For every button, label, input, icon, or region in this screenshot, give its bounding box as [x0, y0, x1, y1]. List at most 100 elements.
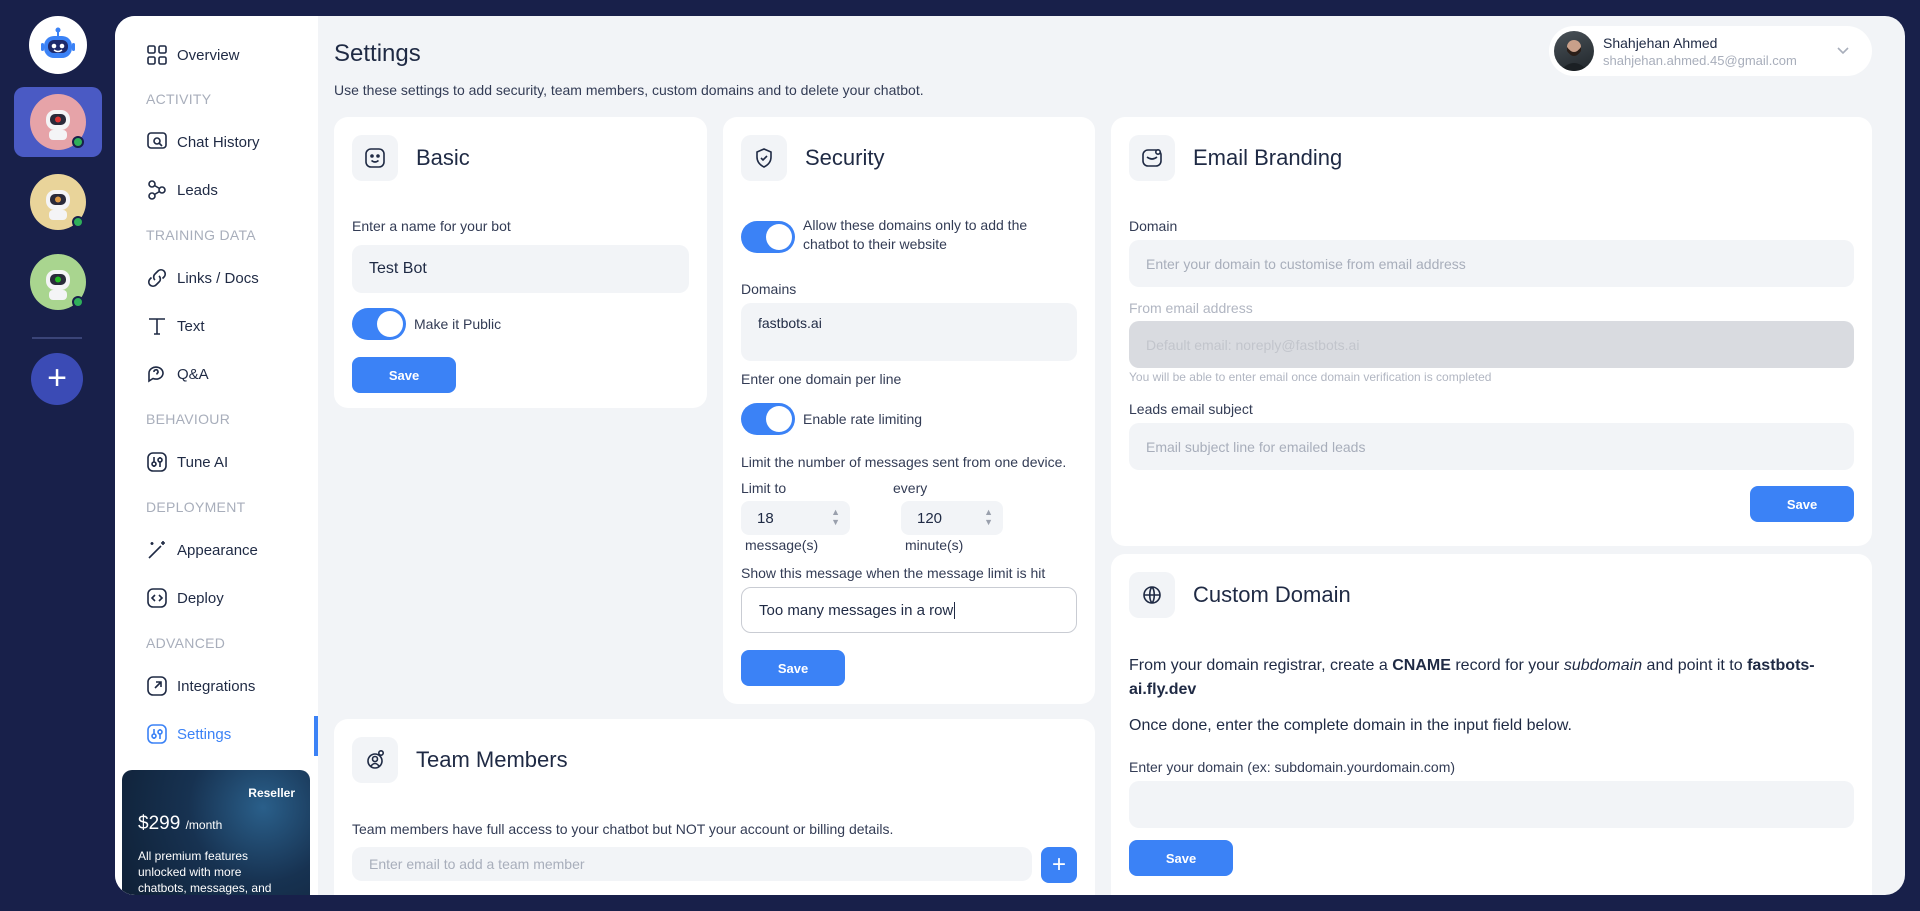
bot-rail: + [0, 0, 114, 911]
every-unit: minute(s) [905, 537, 964, 553]
section-activity: ACTIVITY [146, 91, 212, 107]
domains-hint: Enter one domain per line [741, 371, 902, 387]
sidebar-item-label: Settings [177, 725, 232, 743]
card-title: Custom Domain [1193, 582, 1351, 607]
sidebar-item-integrations[interactable]: Integrations [146, 671, 255, 701]
bot-avatar [30, 94, 86, 150]
settings-sliders-icon [146, 723, 168, 745]
card-title: Security [805, 145, 885, 170]
robot-icon [46, 270, 70, 300]
robot-icon [46, 190, 70, 220]
team-email-input[interactable]: Enter email to add a team member [352, 847, 1032, 881]
subject-input[interactable]: Email subject line for emailed leads [1129, 423, 1854, 470]
sidebar-item-text[interactable]: Text [146, 311, 205, 341]
sidebar-item-label: Integrations [177, 677, 256, 695]
allow-domains-toggle[interactable] [741, 221, 795, 253]
online-indicator [72, 216, 84, 228]
sidebar-item-settings[interactable]: Settings [146, 719, 231, 749]
robot-logo-icon [41, 27, 75, 58]
limit-msg-label: Show this message when the message limit… [741, 565, 1046, 581]
sidebar-item-label: Text [177, 317, 205, 335]
custom-domain-card: Custom Domain From your domain registrar… [1111, 554, 1872, 895]
from-email-hint: You will be able to enter email once dom… [1129, 370, 1492, 384]
domain-input[interactable]: Enter your domain to customise from emai… [1129, 240, 1854, 287]
section-advanced: ADVANCED [146, 635, 226, 651]
save-basic-button[interactable]: Save [352, 357, 456, 393]
page-title: Settings [334, 40, 421, 67]
sidebar-item-label: Appearance [177, 541, 258, 559]
sidebar-item-qa[interactable]: Q&A [146, 359, 209, 389]
team-members-card: Team Members Team members have full acce… [334, 719, 1095, 895]
save-custom-domain-button[interactable]: Save [1129, 840, 1233, 876]
sidebar-item-label: Chat History [177, 133, 260, 151]
sidebar: Overview ACTIVITY Chat History Leads TRA… [115, 16, 318, 895]
limit-msg-input[interactable]: Too many messages in a row [741, 587, 1077, 633]
sidebar-item-chat-history[interactable]: Chat History [146, 127, 260, 157]
external-link-icon [146, 675, 168, 697]
custom-domain-input[interactable] [1129, 781, 1854, 828]
team-desc: Team members have full access to your ch… [352, 821, 894, 837]
sidebar-item-deploy[interactable]: Deploy [146, 583, 224, 613]
reseller-promo[interactable]: Reseller $299 /month All premium feature… [122, 770, 310, 895]
card-title: Email Branding [1193, 145, 1343, 170]
bot-name-label: Enter a name for your bot [352, 218, 511, 234]
sidebar-item-label: Overview [177, 46, 240, 64]
save-email-branding-button[interactable]: Save [1750, 486, 1854, 522]
email-branding-card: Email Branding Domain Enter your domain … [1111, 117, 1872, 546]
limit-to-input[interactable]: 18 ▲ ▼ [741, 501, 850, 535]
card-title: Basic [416, 145, 470, 170]
text-icon [146, 315, 168, 337]
main-frame: Overview ACTIVITY Chat History Leads TRA… [115, 16, 1905, 895]
shield-icon [741, 135, 787, 181]
app-logo[interactable] [29, 16, 87, 74]
active-indicator [314, 716, 318, 756]
save-security-button[interactable]: Save [741, 650, 845, 686]
every-label: every [893, 480, 928, 496]
public-toggle[interactable] [352, 308, 406, 340]
allow-domains-label: Allow these domains only to add the chat… [803, 217, 1028, 252]
page-subtitle: Use these settings to add security, team… [334, 82, 924, 98]
rate-limit-toggle[interactable] [741, 403, 795, 435]
magic-wand-icon [146, 539, 168, 561]
bot-avatar [30, 174, 86, 230]
section-behaviour: BEHAVIOUR [146, 411, 231, 427]
code-icon [146, 587, 168, 609]
limit-desc: Limit the number of messages sent from o… [741, 454, 1067, 470]
sidebar-item-overview[interactable]: Overview [146, 40, 240, 70]
domain-instructions: Once done, enter the complete domain in … [1129, 717, 1572, 734]
avatar [1554, 31, 1594, 71]
basic-card: Basic Enter a name for your bot Test Bot… [334, 117, 707, 408]
robot-icon [46, 110, 70, 140]
user-name: Shahjehan Ahmed [1603, 34, 1718, 51]
subject-label: Leads email subject [1129, 401, 1253, 417]
sidebar-item-label: Links / Docs [177, 269, 259, 287]
bot-name-input[interactable]: Test Bot [352, 245, 689, 293]
user-menu[interactable]: Shahjehan Ahmed shahjehan.ahmed.45@gmail… [1549, 26, 1872, 76]
card-title: Team Members [416, 747, 568, 772]
sidebar-item-tune-ai[interactable]: Tune AI [146, 447, 228, 477]
user-email: shahjehan.ahmed.45@gmail.com [1603, 52, 1797, 68]
stepper-arrows-icon[interactable]: ▲ ▼ [984, 507, 993, 527]
smile-icon [352, 135, 398, 181]
sidebar-item-links-docs[interactable]: Links / Docs [146, 263, 259, 293]
every-input[interactable]: 120 ▲ ▼ [901, 501, 1003, 535]
link-icon [146, 267, 168, 289]
from-email-input: Default email: noreply@fastbots.ai [1129, 321, 1854, 368]
bot-item-2[interactable] [14, 167, 102, 237]
domains-textarea[interactable]: fastbots.ai [741, 303, 1077, 361]
stepper-arrows-icon[interactable]: ▲ ▼ [831, 507, 840, 527]
promo-badge: Reseller [248, 786, 295, 800]
sidebar-item-leads[interactable]: Leads [146, 175, 218, 205]
domain-label: Domain [1129, 218, 1178, 234]
sidebar-item-label: Q&A [177, 365, 209, 383]
add-bot-button[interactable]: + [31, 353, 83, 405]
chat-search-icon [146, 131, 168, 153]
section-deployment: DEPLOYMENT [146, 499, 246, 515]
team-icon [352, 737, 398, 783]
sidebar-item-appearance[interactable]: Appearance [146, 535, 258, 565]
bot-item-1[interactable] [14, 87, 102, 157]
sidebar-item-label: Tune AI [177, 453, 229, 471]
bot-item-3[interactable] [14, 247, 102, 317]
add-team-member-button[interactable]: + [1041, 847, 1077, 883]
sidebar-item-label: Deploy [177, 589, 224, 607]
